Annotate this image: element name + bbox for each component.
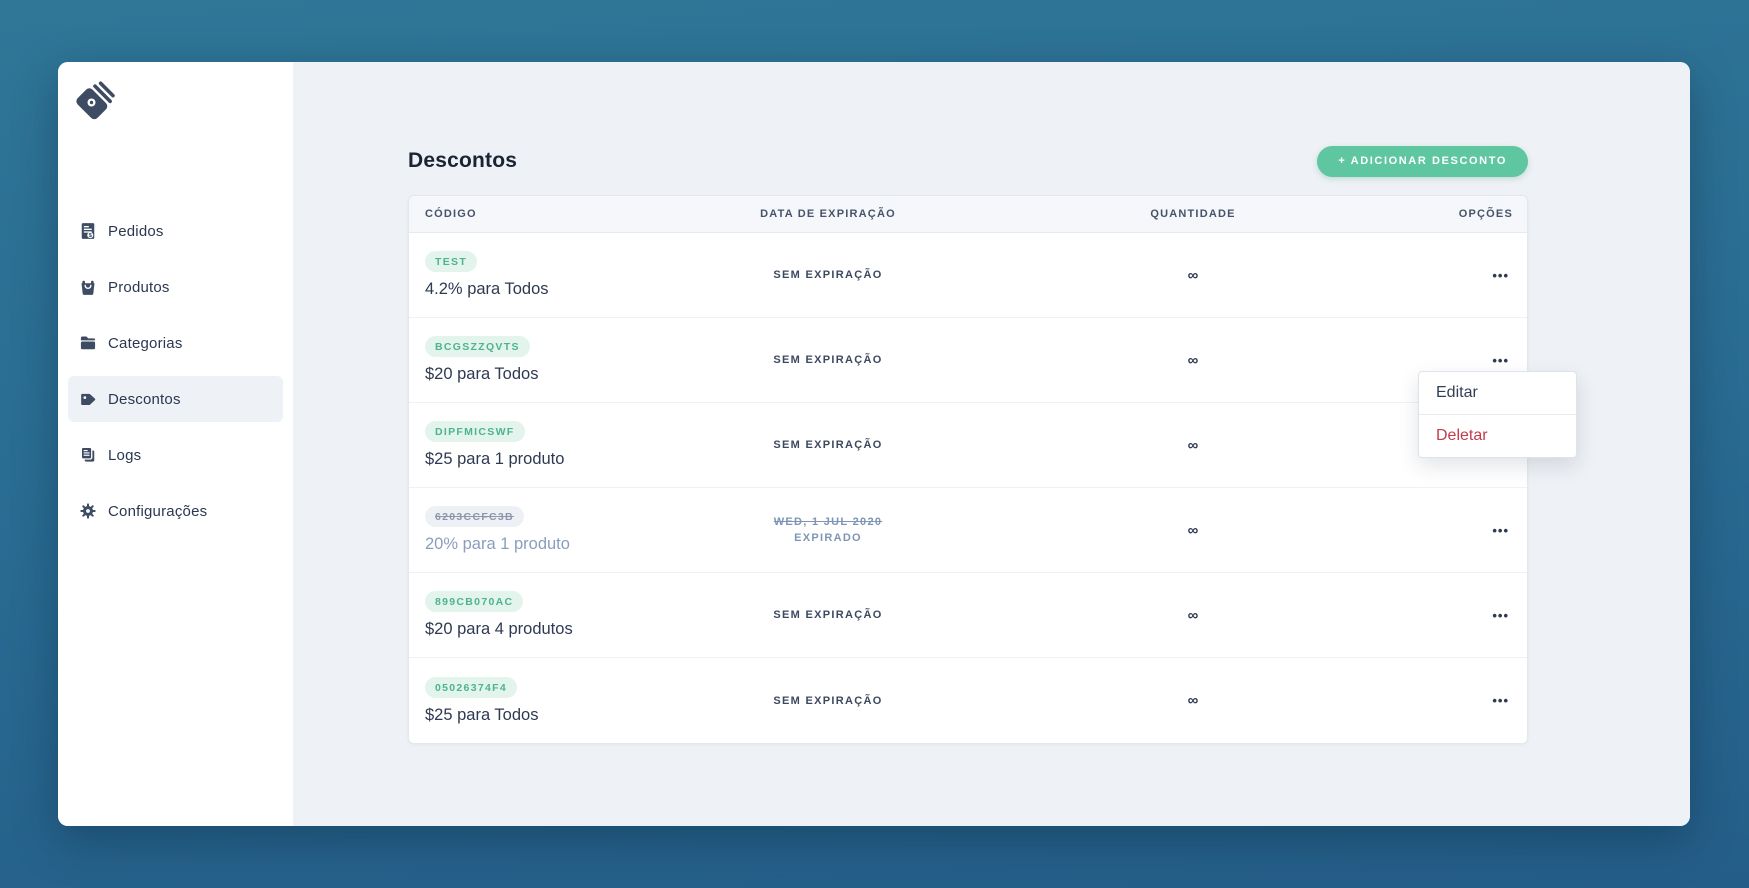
discount-code-badge: 6203CCFC3B <box>425 506 524 527</box>
discount-name: $20 para 4 produtos <box>425 620 573 638</box>
table-row: BCGSZZQVTS $20 para Todos SEM EXPIRAÇÃO … <box>409 318 1527 403</box>
expiration-main: SEM EXPIRAÇÃO <box>773 694 883 707</box>
table-row: 6203CCFC3B 20% para 1 produto WED, 1 JUL… <box>409 488 1527 573</box>
discount-name: $25 para 1 produto <box>425 450 565 468</box>
code-cell: DIPFMICSWF $25 para 1 produto <box>409 421 689 469</box>
logs-icon <box>78 445 98 465</box>
options-menu-button[interactable]: ••• <box>1486 602 1515 629</box>
options-menu-button[interactable]: ••• <box>1486 687 1515 714</box>
sidebar-item-produtos[interactable]: Produtos <box>68 264 283 310</box>
discount-name: 20% para 1 produto <box>425 535 570 553</box>
discounts-table: CÓDIGO DATA DE EXPIRAÇÃO QUANTIDADE OPÇÕ… <box>408 195 1528 744</box>
expiration-main: SEM EXPIRAÇÃO <box>773 354 883 366</box>
bag-icon <box>78 277 98 297</box>
options-cell: ••• <box>1419 602 1527 629</box>
wallet-logo-icon <box>75 80 121 126</box>
sidebar-item-descontos[interactable]: Descontos <box>68 376 283 422</box>
table-row: 05026374F4 $25 para Todos SEM EXPIRAÇÃO … <box>409 658 1527 743</box>
discount-name: $25 para Todos <box>425 705 539 724</box>
options-cell: ••• <box>1419 262 1527 289</box>
column-header-opcoes: OPÇÕES <box>1458 208 1513 220</box>
options-cell: ••• <box>1419 347 1527 374</box>
discount-name: 4.2% para Todos <box>425 280 549 298</box>
table-row: TEST 4.2% para Todos SEM EXPIRAÇÃO ∞ ••• <box>409 233 1527 318</box>
row-context-menu: Editar Deletar <box>1418 371 1577 458</box>
sidebar-item-label: Produtos <box>108 278 170 296</box>
options-cell: ••• <box>1419 517 1527 544</box>
menu-item-deletar[interactable]: Deletar <box>1419 414 1576 457</box>
discount-code-badge: 05026374F4 <box>425 676 517 698</box>
code-cell: 6203CCFC3B 20% para 1 produto <box>409 506 689 554</box>
quantity-value: ∞ <box>1187 606 1199 624</box>
column-header-expiracao: DATA DE EXPIRAÇÃO <box>760 208 896 220</box>
expiration-cell: SEM EXPIRAÇÃO <box>689 609 967 621</box>
receipt-icon: $ <box>78 221 98 241</box>
table-header: CÓDIGO DATA DE EXPIRAÇÃO QUANTIDADE OPÇÕ… <box>409 196 1527 233</box>
code-cell: BCGSZZQVTS $20 para Todos <box>409 336 689 384</box>
options-menu-button[interactable]: ••• <box>1486 347 1515 374</box>
column-header-quantidade: QUANTIDADE <box>1150 208 1236 220</box>
quantity-cell: ∞ <box>967 692 1419 709</box>
expiration-cell: WED, 1 JUL 2020 EXPIRADO <box>689 516 967 544</box>
expiration-main: SEM EXPIRAÇÃO <box>773 439 883 451</box>
discount-table-body: TEST 4.2% para Todos SEM EXPIRAÇÃO ∞ •••… <box>409 233 1527 743</box>
discount-name: $20 para Todos <box>425 365 539 383</box>
quantity-cell: ∞ <box>967 437 1419 454</box>
expiration-main: SEM EXPIRAÇÃO <box>773 269 883 281</box>
code-cell: 899CB070AC $20 para 4 produtos <box>409 591 689 639</box>
expiration-main: SEM EXPIRAÇÃO <box>773 609 883 621</box>
discount-code-badge: TEST <box>425 251 478 272</box>
expiration-note: EXPIRADO <box>794 532 862 544</box>
sidebar-item-label: Logs <box>108 446 142 464</box>
folder-icon <box>78 333 98 353</box>
discount-code-badge: DIPFMICSWF <box>425 421 525 442</box>
quantity-cell: ∞ <box>967 522 1419 539</box>
sidebar-item-configuracoes[interactable]: Configurações <box>68 488 283 534</box>
expiration-cell: SEM EXPIRAÇÃO <box>689 269 967 281</box>
quantity-cell: ∞ <box>967 267 1419 284</box>
sidebar-nav: $ Pedidos Produtos Categorias Descontos … <box>58 208 293 534</box>
sidebar: $ Pedidos Produtos Categorias Descontos … <box>58 62 293 826</box>
table-row: DIPFMICSWF $25 para 1 produto SEM EXPIRA… <box>409 403 1527 488</box>
expiration-cell: SEM EXPIRAÇÃO <box>689 439 967 451</box>
sidebar-item-label: Descontos <box>108 390 181 408</box>
sidebar-item-label: Categorias <box>108 334 183 352</box>
tag-icon <box>78 389 98 409</box>
menu-item-editar[interactable]: Editar <box>1419 372 1576 414</box>
expiration-cell: SEM EXPIRAÇÃO <box>689 695 967 707</box>
quantity-cell: ∞ <box>967 352 1419 369</box>
sidebar-item-label: Configurações <box>108 502 208 520</box>
discount-code-badge: 899CB070AC <box>425 591 524 612</box>
options-menu-button[interactable]: ••• <box>1486 517 1515 544</box>
sidebar-item-logs[interactable]: Logs <box>68 432 283 478</box>
table-row: 899CB070AC $20 para 4 produtos SEM EXPIR… <box>409 573 1527 658</box>
options-cell: ••• <box>1419 687 1527 714</box>
quantity-cell: ∞ <box>967 607 1419 624</box>
sidebar-item-categorias[interactable]: Categorias <box>68 320 283 366</box>
discount-code-badge: BCGSZZQVTS <box>425 336 530 357</box>
code-cell: 05026374F4 $25 para Todos <box>409 676 689 725</box>
column-header-codigo: CÓDIGO <box>425 208 477 220</box>
sidebar-item-pedidos[interactable]: $ Pedidos <box>68 208 283 254</box>
gear-icon <box>78 501 98 521</box>
expiration-cell: SEM EXPIRAÇÃO <box>689 354 967 366</box>
page-title: Descontos <box>408 149 518 172</box>
quantity-value: ∞ <box>1187 521 1199 539</box>
sidebar-item-label: Pedidos <box>108 222 164 240</box>
add-discount-button[interactable]: + ADICIONAR DESCONTO <box>1317 145 1528 177</box>
quantity-value: ∞ <box>1187 266 1199 284</box>
quantity-value: ∞ <box>1187 692 1199 709</box>
quantity-value: ∞ <box>1187 351 1199 369</box>
options-menu-button[interactable]: ••• <box>1486 262 1515 289</box>
quantity-value: ∞ <box>1187 436 1199 454</box>
expiration-main: WED, 1 JUL 2020 <box>773 516 883 528</box>
code-cell: TEST 4.2% para Todos <box>409 251 689 299</box>
